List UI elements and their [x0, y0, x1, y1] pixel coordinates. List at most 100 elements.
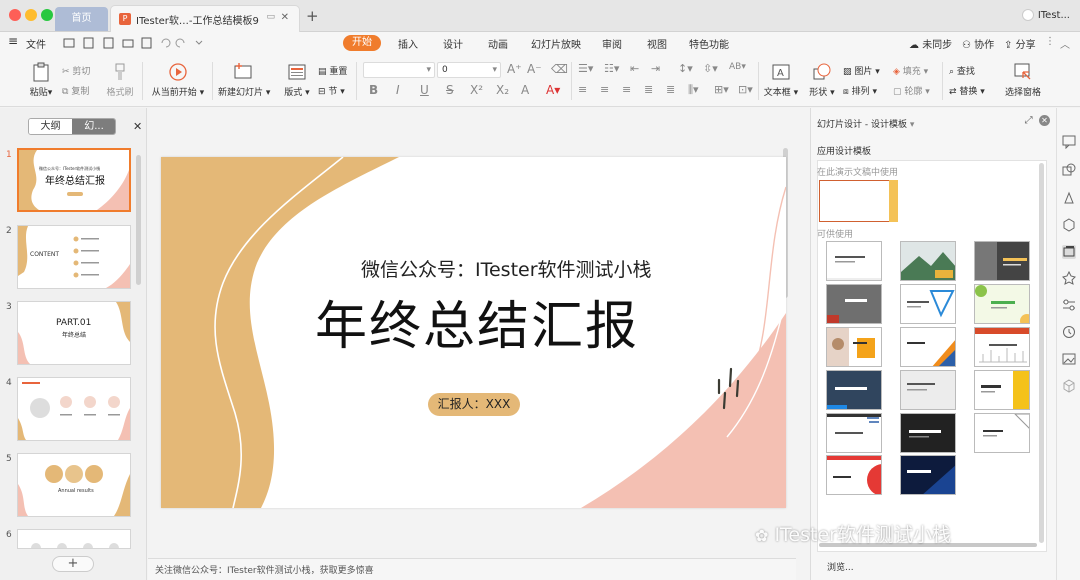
close-icon[interactable]: ✕ — [133, 120, 142, 133]
template-thumbnail[interactable] — [974, 413, 1030, 453]
align-left-icon[interactable]: ≡ — [578, 83, 587, 96]
increase-indent-icon[interactable]: ⇥ — [651, 62, 660, 75]
arrange-button[interactable]: ⧈ 排列 ▾ — [843, 84, 877, 97]
find-button[interactable]: ⌕ 查找 — [949, 64, 975, 77]
line-spacing-icon[interactable]: ↕▾ — [678, 62, 693, 75]
pane-title[interactable]: 幻灯片设计 - 设计模板 ▾ — [817, 117, 914, 130]
tab-insert[interactable]: 插入 — [398, 36, 418, 51]
shape-button[interactable]: 形状 ▾ — [806, 62, 838, 98]
tab-home-ribbon[interactable]: 开始 — [343, 35, 381, 51]
current-slide[interactable]: 微信公众号：ITester软件测试小栈 年终总结汇报 汇报人：XXX — [161, 157, 786, 508]
text-direction-icon[interactable]: AB▾ — [729, 62, 746, 72]
layout-button[interactable]: 版式 ▾ — [282, 62, 312, 98]
align-right-icon[interactable]: ≡ — [622, 83, 631, 96]
template-thumbnail[interactable] — [826, 241, 882, 281]
current-template[interactable] — [819, 180, 898, 222]
slide-thumbnail-5[interactable]: Annual results — [17, 453, 131, 517]
tab-slides[interactable]: 幻... — [72, 119, 115, 134]
selection-pane-button[interactable]: 选择窗格 — [1000, 62, 1046, 98]
paragraph-spacing-icon[interactable]: ⇳▾ — [703, 62, 718, 75]
columns-icon[interactable]: ⫼▾ — [688, 83, 699, 97]
replace-button[interactable]: ⇄ 替换 ▾ — [949, 84, 985, 97]
minimize-window-button[interactable] — [25, 9, 37, 21]
notes-bar[interactable]: 关注微信公众号：ITester软件测试小栈，获取更多惊喜 — [148, 558, 796, 580]
design-template-icon[interactable] — [1062, 245, 1076, 259]
sync-status[interactable]: ☁ 未同步 — [909, 36, 952, 51]
template-thumbnail[interactable] — [826, 370, 882, 410]
more-icon[interactable]: ⋮ — [1045, 36, 1055, 47]
tab-special[interactable]: 特色功能 — [689, 36, 729, 51]
template-thumbnail[interactable] — [826, 455, 882, 495]
image-icon[interactable] — [1062, 352, 1076, 366]
superscript-icon[interactable]: X² — [470, 83, 483, 97]
comment-icon[interactable] — [1062, 135, 1076, 149]
account-menu[interactable]: ITest... — [1021, 9, 1070, 21]
close-tab-icon[interactable]: ✕ — [281, 12, 289, 23]
tab-document[interactable]: P ITester软…-工作总结模板9 ▭ ✕ — [110, 5, 300, 32]
hamburger-icon[interactable]: ≡ — [8, 34, 18, 48]
tab-home[interactable]: 首页 — [55, 7, 108, 31]
copy-button[interactable]: ⧉ 复制 — [62, 84, 89, 97]
increase-font-icon[interactable]: A⁺ — [507, 62, 522, 76]
tab-view[interactable]: 视图 — [647, 36, 667, 51]
clear-format-icon[interactable]: ⌫ — [551, 62, 568, 76]
tab-animation[interactable]: 动画 — [488, 36, 508, 51]
template-thumbnail[interactable] — [900, 370, 956, 410]
slide-thumbnail-6[interactable] — [17, 529, 131, 549]
tab-design[interactable]: 设计 — [443, 36, 463, 51]
template-thumbnail[interactable] — [826, 284, 882, 324]
distribute-icon[interactable]: ≣ — [666, 83, 675, 96]
browse-button[interactable]: 浏览... — [827, 560, 854, 573]
template-thumbnail[interactable] — [826, 327, 882, 367]
monitor-icon[interactable]: ▭ — [266, 12, 275, 22]
strikethrough-icon[interactable]: S — [446, 83, 454, 97]
text-align-icon[interactable]: ⊡▾ — [738, 83, 753, 96]
quick-access-icons[interactable] — [63, 37, 203, 49]
template-thumbnail[interactable] — [974, 327, 1030, 367]
bullet-list-icon[interactable]: ☰▾ — [578, 62, 593, 75]
add-slide-button[interactable]: + — [52, 556, 94, 572]
text-effect-icon[interactable]: A — [521, 83, 529, 97]
subscript-icon[interactable]: X₂ — [496, 83, 509, 97]
reset-button[interactable]: ▤ 重置 — [318, 64, 347, 77]
outline-button[interactable]: ▢ 轮廓 ▾ — [893, 84, 930, 97]
template-thumbnail[interactable] — [974, 284, 1030, 324]
template-thumbnail[interactable] — [900, 327, 956, 367]
shapes-icon[interactable] — [1062, 163, 1076, 177]
tab-outline[interactable]: 大纲 — [29, 119, 72, 134]
collapse-ribbon-icon[interactable]: ︿ — [1060, 36, 1070, 51]
close-icon[interactable]: ✕ — [1039, 115, 1050, 126]
cube-icon[interactable] — [1062, 379, 1076, 393]
hexagon-icon[interactable] — [1062, 218, 1076, 232]
play-from-current-button[interactable]: 从当前开始 ▾ — [150, 62, 206, 98]
section-button[interactable]: ⊟ 节 ▾ — [318, 84, 345, 97]
cut-button[interactable]: ✂ 剪切 — [62, 64, 90, 77]
template-thumbnail[interactable] — [900, 413, 956, 453]
collaborate-button[interactable]: ⚇ 协作 — [962, 36, 994, 51]
underline-icon[interactable]: U — [420, 83, 429, 97]
fill-button[interactable]: ◈ 填充 ▾ — [893, 64, 928, 77]
slide-title[interactable]: 年终总结汇报 — [315, 284, 639, 359]
pen-icon[interactable] — [1062, 191, 1076, 205]
share-button[interactable]: ⇪ 分享 — [1004, 36, 1036, 51]
template-thumbnail[interactable] — [974, 241, 1030, 281]
template-thumbnail[interactable] — [826, 413, 882, 453]
zoom-window-button[interactable] — [41, 9, 53, 21]
template-thumbnail[interactable] — [900, 241, 956, 281]
paste-button[interactable]: 粘贴▾ — [28, 62, 54, 98]
close-window-button[interactable] — [9, 9, 21, 21]
textbox-button[interactable]: A 文本框 ▾ — [763, 62, 799, 98]
scrollbar[interactable] — [1039, 163, 1044, 543]
scrollbar[interactable] — [136, 155, 141, 285]
justify-icon[interactable]: ≣ — [644, 83, 653, 96]
new-slide-button[interactable]: 新建幻灯片 ▾ — [218, 62, 270, 98]
slide-thumbnail-3[interactable]: PART.01 年终总结 — [17, 301, 131, 365]
star-icon[interactable] — [1062, 271, 1076, 285]
reporter-badge[interactable]: 汇报人：XXX — [428, 393, 520, 416]
new-tab-button[interactable]: + — [306, 7, 319, 25]
template-thumbnail[interactable] — [900, 284, 956, 324]
bold-icon[interactable]: B — [369, 83, 378, 97]
history-icon[interactable] — [1062, 325, 1076, 339]
numbered-list-icon[interactable]: ☷▾ — [604, 62, 619, 75]
template-thumbnail[interactable] — [900, 455, 956, 495]
